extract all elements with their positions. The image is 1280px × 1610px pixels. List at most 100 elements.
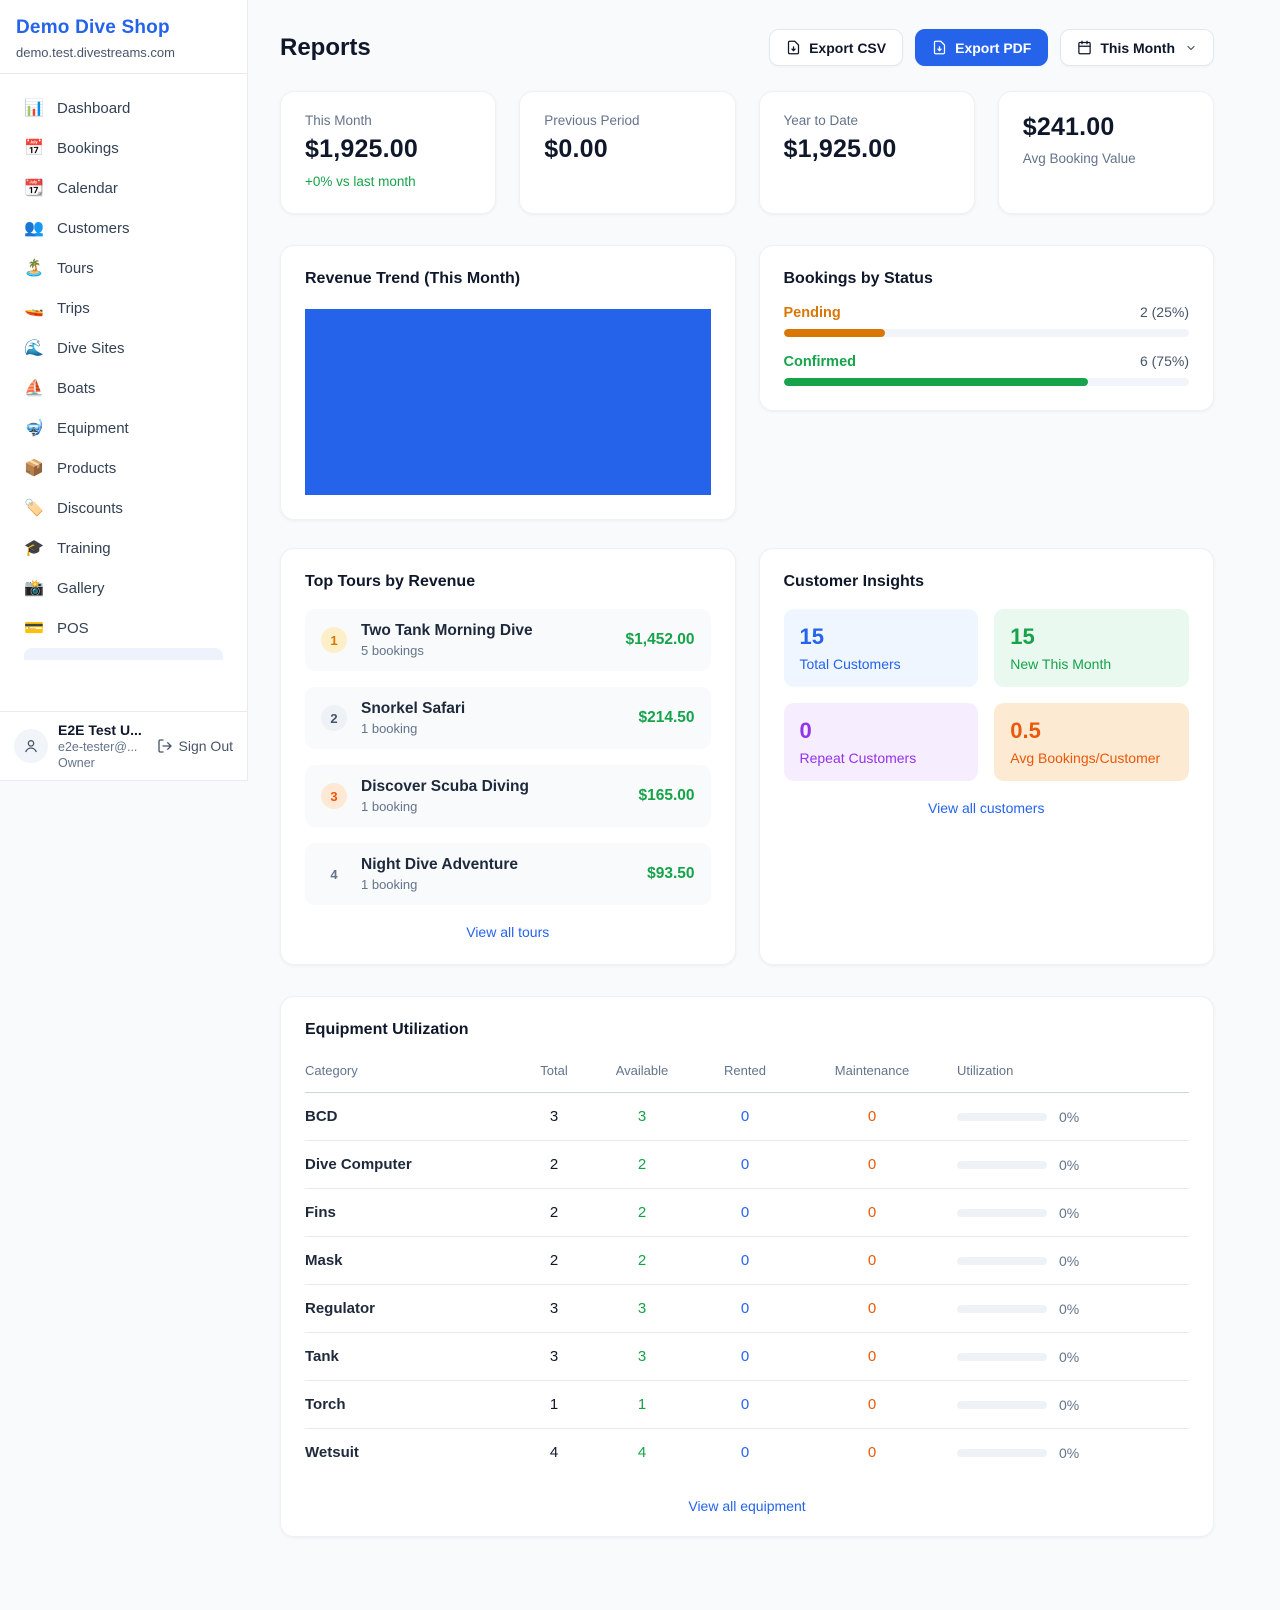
products-icon: 📦 [24, 458, 44, 478]
column-header: Utilization [947, 1063, 1189, 1078]
column-header: Category [305, 1063, 517, 1078]
bookings-by-status-title: Bookings by Status [784, 270, 1190, 288]
utilization-pct: 0% [1059, 1253, 1079, 1269]
stats-row: This Month $1,925.00 +0% vs last month P… [280, 91, 1214, 214]
bookings-by-status-card: Bookings by Status Pending 2 (25%) Confi… [759, 245, 1215, 411]
available-cell: 3 [591, 1300, 693, 1317]
top-tours-card: Top Tours by Revenue 1 Two Tank Morning … [280, 548, 736, 965]
sign-out-label: Sign Out [179, 738, 233, 754]
brand: Demo Dive Shop demo.test.divestreams.com [0, 0, 247, 74]
view-all-equipment-link[interactable]: View all equipment [305, 1498, 1189, 1514]
utilization-cell: 0% [947, 1109, 1189, 1125]
view-all-customers-link[interactable]: View all customers [784, 800, 1190, 816]
rank-badge: 4 [321, 861, 347, 887]
sidebar-item-products[interactable]: 📦 Products [12, 448, 235, 488]
sidebar-item-pos[interactable]: 💳 POS [12, 608, 235, 648]
utilization-pct: 0% [1059, 1301, 1079, 1317]
sidebar-item-dashboard[interactable]: 📊 Dashboard [12, 88, 235, 128]
sidebar-item-label: Trips [57, 300, 90, 317]
sidebar-item-label: Gallery [57, 580, 105, 597]
total-cell: 2 [517, 1156, 591, 1173]
tour-item: 1 Two Tank Morning Dive 5 bookings $1,45… [305, 609, 711, 671]
tour-name: Two Tank Morning Dive [361, 622, 612, 640]
tile-repeat-customers: 0 Repeat Customers [784, 703, 979, 781]
utilization-pct: 0% [1059, 1205, 1079, 1221]
status-value: 6 (75%) [1140, 353, 1189, 369]
chevron-down-icon [1185, 42, 1197, 54]
stat-value: $241.00 [1023, 113, 1189, 142]
user-panel: E2E Test U... e2e-tester@... Owner Sign … [0, 711, 247, 780]
table-row: BCD 3 3 0 0 0% [305, 1093, 1189, 1141]
category-cell: Mask [305, 1252, 517, 1269]
maintenance-cell: 0 [797, 1108, 947, 1125]
tour-item: 4 Night Dive Adventure 1 booking $93.50 [305, 843, 711, 905]
top-tours-title: Top Tours by Revenue [305, 573, 711, 591]
sidebar-item-training[interactable]: 🎓 Training [12, 528, 235, 568]
maintenance-cell: 0 [797, 1444, 947, 1461]
utilization-pct: 0% [1059, 1445, 1079, 1461]
sidebar-item-boats[interactable]: ⛵ Boats [12, 368, 235, 408]
utilization-pct: 0% [1059, 1397, 1079, 1413]
tour-amount: $1,452.00 [626, 631, 695, 649]
equipment-utilization-card: Equipment Utilization Category Total Ava… [280, 996, 1214, 1537]
available-cell: 2 [591, 1204, 693, 1221]
sidebar-item-trips[interactable]: 🚤 Trips [12, 288, 235, 328]
page-title: Reports [280, 34, 371, 62]
file-download-icon [932, 40, 947, 55]
status-row-confirmed: Confirmed 6 (75%) [784, 353, 1190, 386]
sidebar-item-dive-sites[interactable]: 🌊 Dive Sites [12, 328, 235, 368]
category-cell: BCD [305, 1108, 517, 1125]
status-label: Pending [784, 305, 841, 321]
export-pdf-label: Export PDF [955, 40, 1031, 56]
tours-icon: 🏝️ [24, 258, 44, 278]
sidebar-item-reports-partial[interactable] [24, 648, 223, 660]
utilization-pct: 0% [1059, 1349, 1079, 1365]
maintenance-cell: 0 [797, 1300, 947, 1317]
utilization-cell: 0% [947, 1301, 1189, 1317]
utilization-cell: 0% [947, 1205, 1189, 1221]
utilization-bar [957, 1305, 1047, 1313]
total-cell: 2 [517, 1252, 591, 1269]
utilization-bar [957, 1113, 1047, 1121]
rank-badge: 2 [321, 705, 347, 731]
sidebar-item-customers[interactable]: 👥 Customers [12, 208, 235, 248]
tile-new-this-month: 15 New This Month [994, 609, 1189, 687]
sign-out-button[interactable]: Sign Out [157, 738, 233, 754]
trips-icon: 🚤 [24, 298, 44, 318]
sidebar-item-gallery[interactable]: 📸 Gallery [12, 568, 235, 608]
page-header: Reports Export CSV Export PDF This Month [280, 29, 1214, 66]
available-cell: 3 [591, 1348, 693, 1365]
discounts-icon: 🏷️ [24, 498, 44, 518]
sidebar-item-label: Customers [57, 220, 130, 237]
export-pdf-button[interactable]: Export PDF [915, 29, 1048, 66]
status-label: Confirmed [784, 354, 857, 370]
sidebar-item-calendar[interactable]: 📆 Calendar [12, 168, 235, 208]
equipment-row: Equipment Utilization Category Total Ava… [280, 996, 1214, 1537]
stat-change: +0% vs last month [305, 174, 471, 189]
stat-label: Year to Date [784, 113, 950, 128]
tour-bookings: 1 booking [361, 877, 633, 892]
view-all-tours-link[interactable]: View all tours [305, 924, 711, 940]
category-cell: Regulator [305, 1300, 517, 1317]
total-cell: 4 [517, 1444, 591, 1461]
column-header: Maintenance [797, 1063, 947, 1078]
equipment-utilization-title: Equipment Utilization [305, 1021, 1189, 1039]
sidebar-item-tours[interactable]: 🏝️ Tours [12, 248, 235, 288]
table-row: Fins 2 2 0 0 0% [305, 1189, 1189, 1237]
export-csv-button[interactable]: Export CSV [769, 29, 903, 66]
period-dropdown[interactable]: This Month [1060, 29, 1214, 66]
table-row: Tank 3 3 0 0 0% [305, 1333, 1189, 1381]
total-cell: 3 [517, 1300, 591, 1317]
stat-value: $1,925.00 [784, 135, 950, 164]
utilization-bar [957, 1353, 1047, 1361]
avatar [14, 729, 48, 763]
stat-label: Previous Period [544, 113, 710, 128]
column-header: Available [591, 1063, 693, 1078]
sidebar-item-bookings[interactable]: 📅 Bookings [12, 128, 235, 168]
user-email: e2e-tester@... [58, 740, 147, 754]
status-value: 2 (25%) [1140, 304, 1189, 320]
sidebar-item-equipment[interactable]: 🤿 Equipment [12, 408, 235, 448]
sidebar-item-discounts[interactable]: 🏷️ Discounts [12, 488, 235, 528]
brand-domain: demo.test.divestreams.com [16, 45, 231, 60]
file-download-icon [786, 40, 801, 55]
